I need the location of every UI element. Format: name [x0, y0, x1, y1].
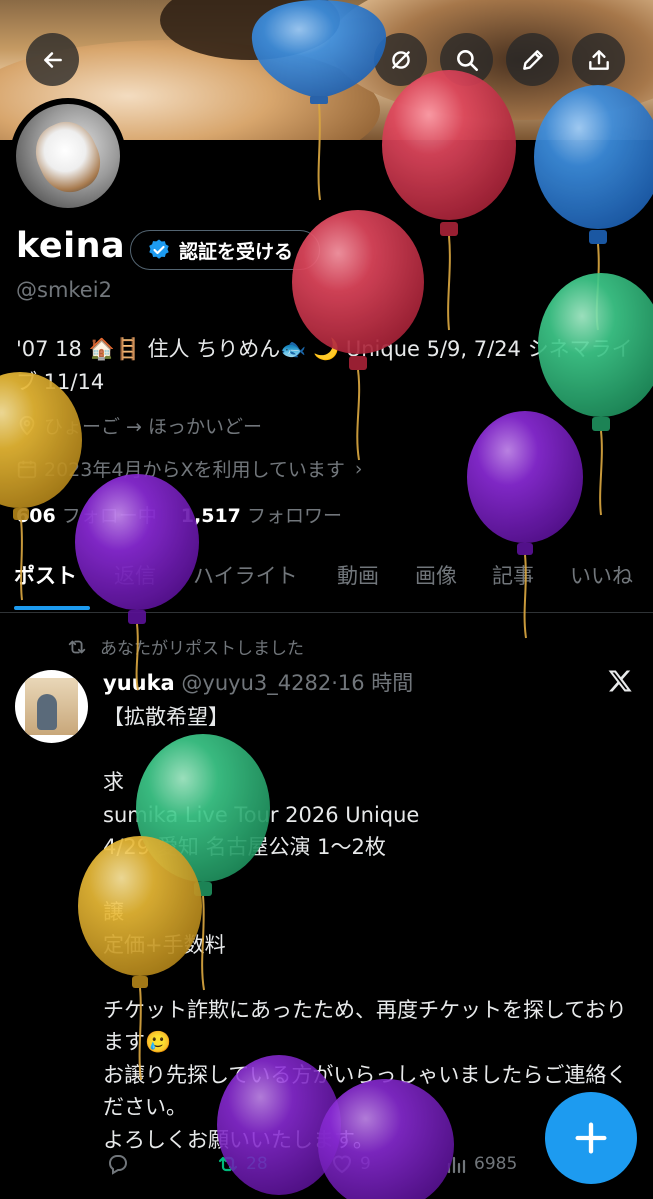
repost-button[interactable]: 28: [216, 1152, 268, 1176]
followers-label: フォロワー: [246, 505, 342, 527]
no-sync-button[interactable]: [374, 33, 427, 86]
active-tab-indicator: [14, 606, 90, 610]
calendar-icon: [17, 460, 37, 478]
share-icon: [588, 49, 609, 70]
repost-count: 28: [246, 1154, 268, 1174]
tab-articles[interactable]: 記事: [492, 558, 534, 612]
tab-highlights[interactable]: ハイライト: [193, 558, 298, 612]
share-button[interactable]: [572, 33, 625, 86]
post-author-avatar[interactable]: [15, 670, 88, 743]
avatar-person-shape: [37, 694, 57, 730]
post-time[interactable]: 16 時間: [338, 671, 413, 695]
tab-replies[interactable]: 返信: [114, 558, 156, 612]
views-button[interactable]: 6985: [444, 1152, 517, 1176]
profile-handle: @smkei2: [16, 278, 112, 302]
x-logo-icon: [608, 670, 632, 692]
search-icon: [456, 49, 478, 71]
post-text: 【拡散希望】 求 sumika Live Tour 2026 Unique 4/…: [103, 705, 628, 1152]
profile-bio: '07 18 🏠🪜 住人 ちりめん🐟 🌙 Unique 5/9, 7/24 シネ…: [16, 337, 633, 394]
repost-indicator: あなたがリポストしました: [66, 634, 304, 659]
profile-avatar[interactable]: [10, 98, 126, 214]
back-button[interactable]: [26, 33, 79, 86]
post-author-handle[interactable]: @yuyu3_4282: [181, 671, 331, 695]
location-icon: [19, 415, 35, 436]
followers-link[interactable]: 1,517 フォロワー: [181, 505, 342, 527]
verified-badge-icon: [149, 239, 169, 259]
compose-button[interactable]: [545, 1092, 637, 1184]
views-icon: [447, 1156, 466, 1174]
like-icon: [332, 1155, 352, 1174]
profile-location: ひょーご → ほっかいどー: [16, 412, 262, 439]
follow-stats: 606 フォロー中 1,517 フォロワー: [16, 501, 342, 528]
avatar-photo: [16, 104, 120, 208]
joined-text: 2023年4月からXを利用しています: [44, 459, 345, 481]
location-text: ひょーご → ほっかいどー: [44, 416, 262, 438]
profile-joined[interactable]: 2023年4月からXを利用しています ›: [16, 455, 363, 482]
tab-videos[interactable]: 動画: [337, 558, 379, 612]
post-header: yuuka @yuyu3_4282·16 時間: [103, 667, 413, 697]
get-verified-label: 認証を受ける: [179, 240, 294, 263]
tab-posts[interactable]: ポスト: [14, 558, 77, 612]
tab-photos[interactable]: 画像: [415, 558, 457, 612]
edit-pencil-icon: [522, 49, 543, 70]
repost-icon: [68, 640, 86, 653]
cat-shape: [26, 112, 110, 202]
following-link[interactable]: 606 フォロー中: [16, 505, 157, 527]
like-count: 9: [360, 1154, 371, 1174]
profile-name: keina: [16, 226, 126, 266]
post-dot: ·: [331, 671, 338, 695]
views-count: 6985: [474, 1154, 518, 1174]
reply-button[interactable]: [106, 1152, 136, 1176]
chevron-right-icon: ›: [354, 457, 363, 480]
no-sync-icon: [391, 50, 410, 69]
followers-count: 1,517: [180, 505, 241, 527]
tab-likes[interactable]: いいね: [570, 558, 633, 612]
repost-note-text: あなたがリポストしました: [100, 639, 304, 659]
following-count: 606: [16, 505, 56, 527]
like-button[interactable]: 9: [330, 1152, 371, 1176]
get-verified-button[interactable]: 認証を受ける: [130, 230, 320, 270]
back-arrow-icon: [43, 51, 62, 68]
profile-tabs: ポスト 返信 ハイライト 動画 画像 記事 いいね: [0, 558, 653, 613]
following-label: フォロー中: [61, 505, 157, 527]
compose-plus-icon: [575, 1122, 607, 1154]
search-button[interactable]: [440, 33, 493, 86]
reply-icon: [109, 1155, 127, 1175]
post-author-name[interactable]: yuuka: [103, 671, 175, 695]
repost-icon: [218, 1156, 238, 1172]
edit-button[interactable]: [506, 33, 559, 86]
